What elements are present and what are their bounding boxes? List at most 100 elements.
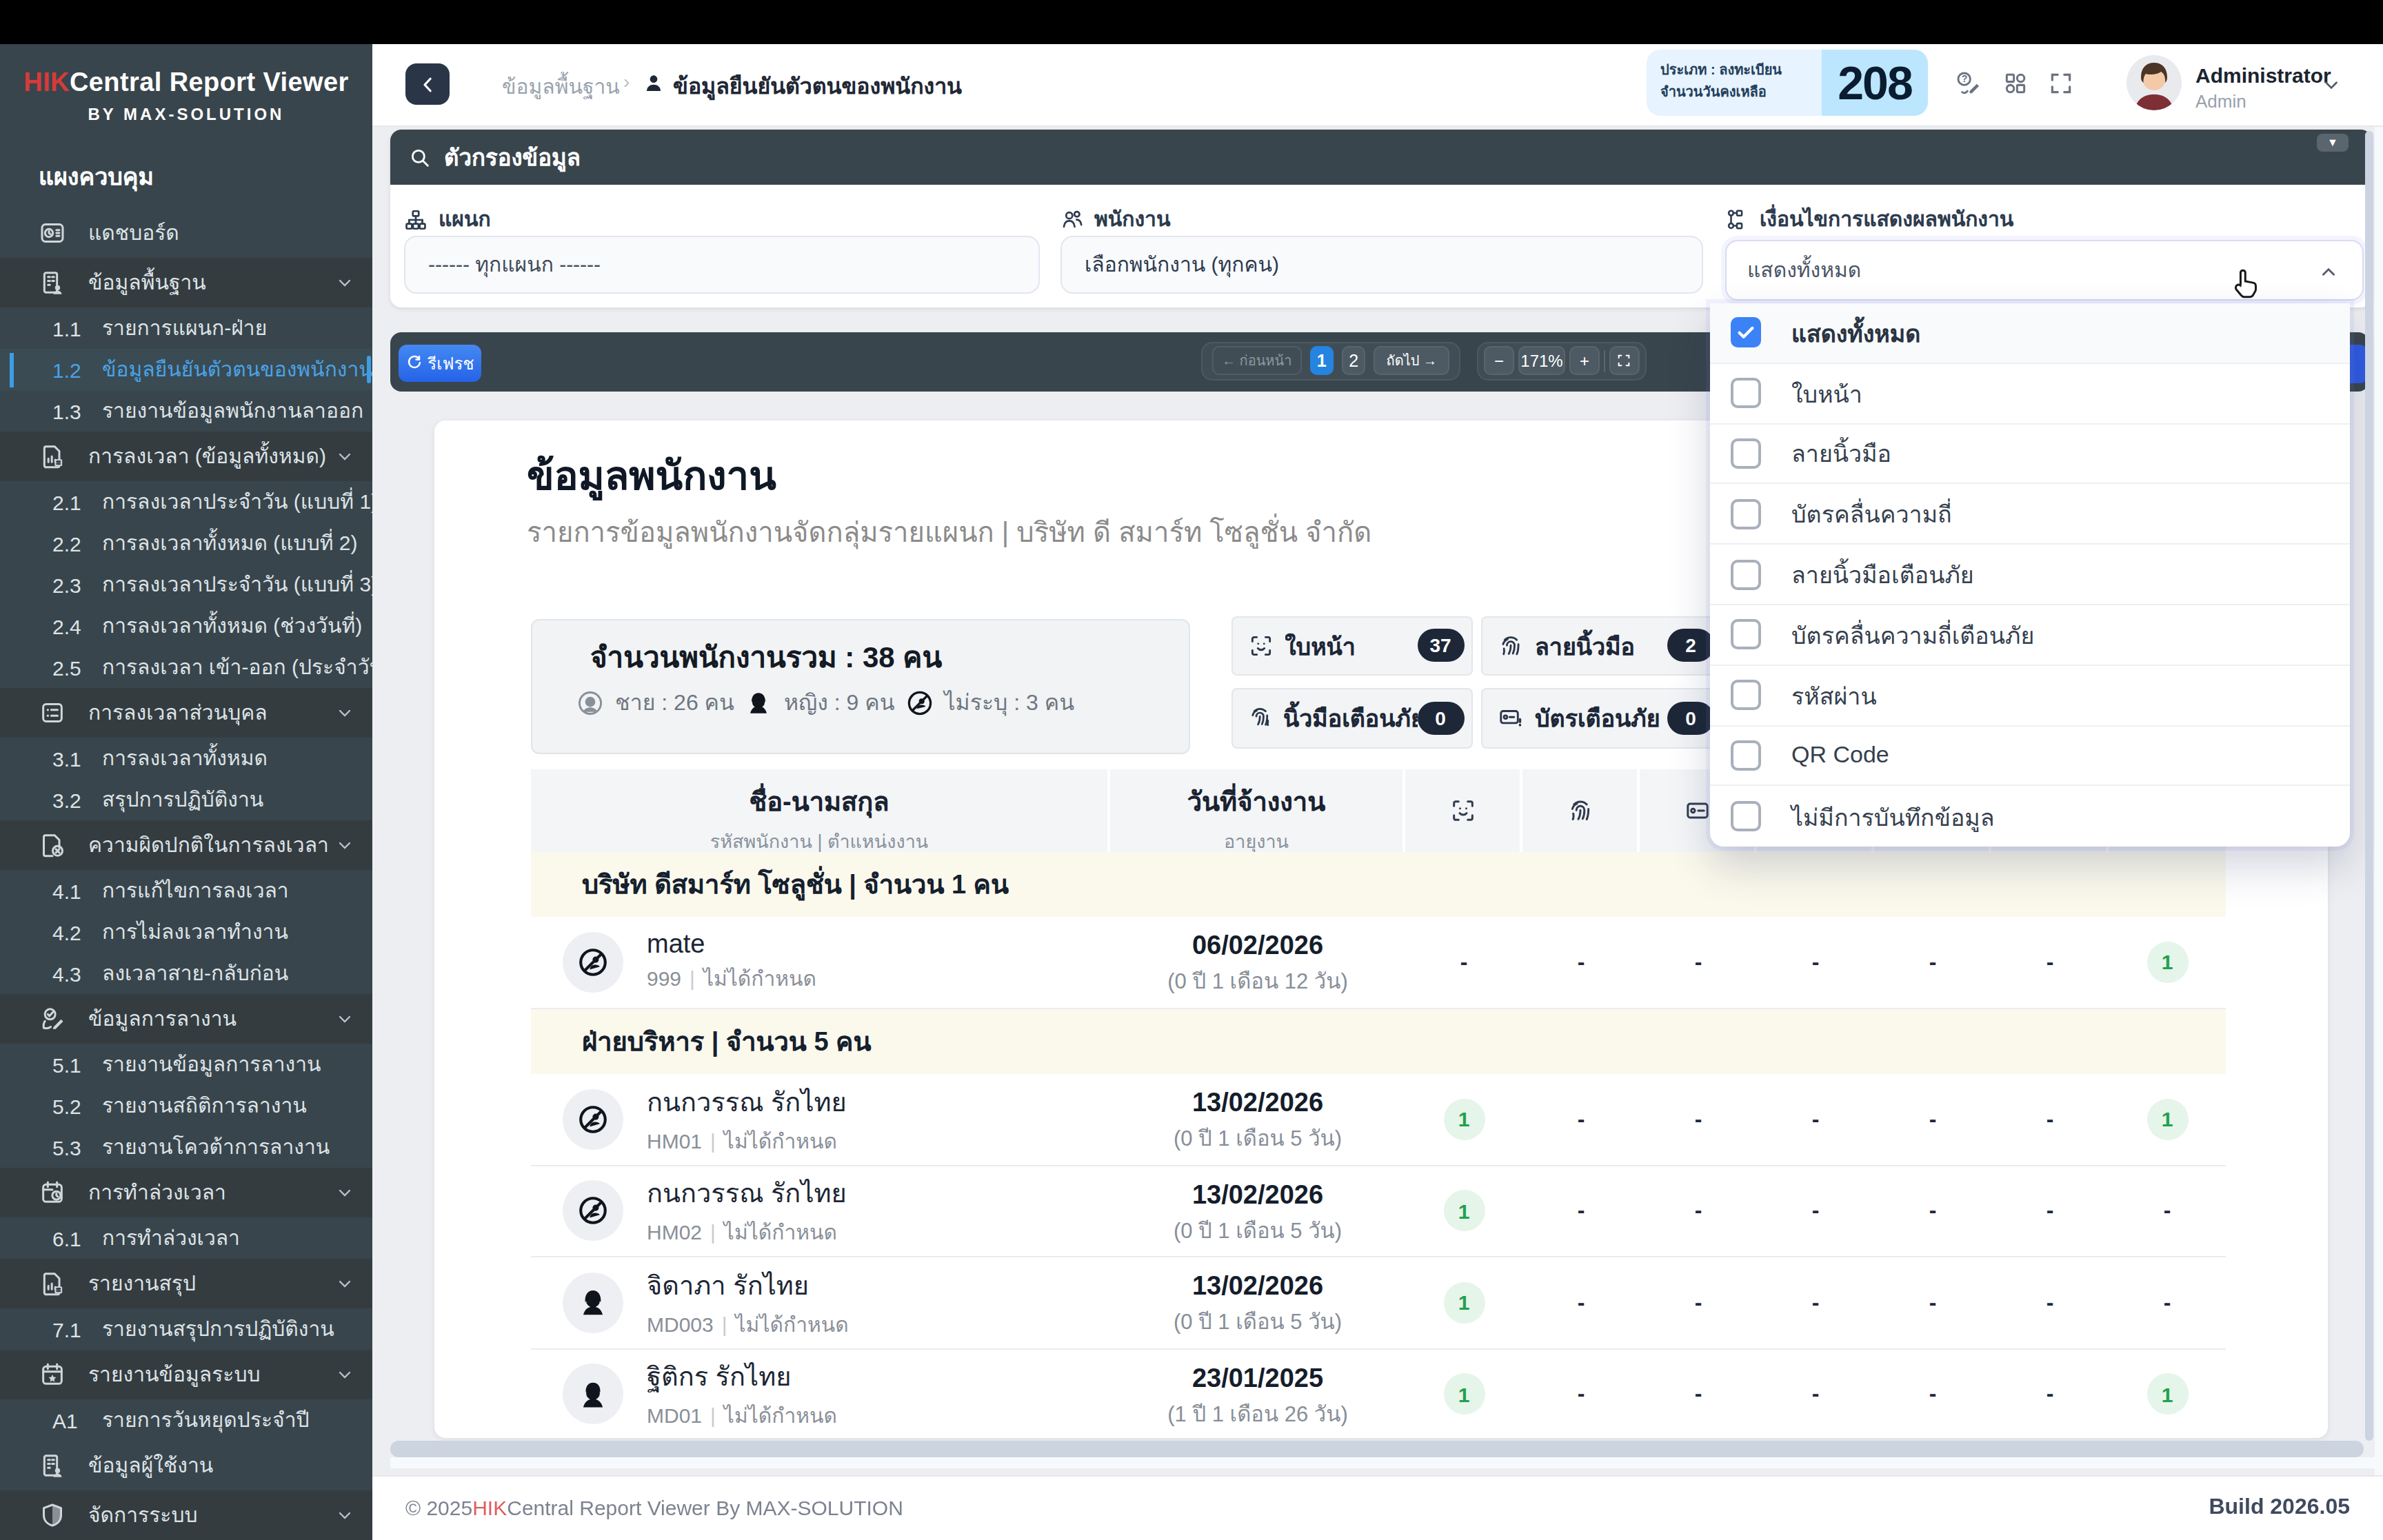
zoom-in-button[interactable]: + (1569, 346, 1600, 375)
sidebar-subitem[interactable]: 2.5การลงเวลา เข้า-ออก (ประจำวัน) (0, 647, 372, 688)
empty-value: - (1812, 1199, 1820, 1224)
horizontal-scrollbar-track[interactable] (390, 1457, 2383, 1468)
employee-position: ไม่ได้กำหนด (724, 1404, 837, 1428)
refresh-button[interactable]: รีเฟรช (399, 344, 481, 381)
chevron-down-icon (336, 448, 353, 465)
sidebar-item[interactable]: รายงานสรุป (0, 1259, 372, 1308)
report-subtitle: รายการข้อมูลพนักงานจัดกลุ่มรายแผนก | บริ… (527, 510, 1371, 554)
employee-label: พนักงาน (1060, 203, 1170, 236)
checkbox[interactable] (1731, 318, 1761, 348)
sidebar-subitem[interactable]: 4.1การแก้ไขการลงเวลา (0, 870, 372, 911)
stat-chip: ลายนิ้วมือ2 (1481, 616, 1722, 676)
employee-position: ไม่ได้กำหนด (736, 1313, 849, 1336)
sidebar-item[interactable]: ข้อมูลผู้ใช้งาน (0, 1441, 372, 1490)
group-row-title: บริษัท ดีสมาร์ท โซลูชั่น | จำนวน 1 คน (582, 864, 1009, 905)
sidebar-item-label: ความผิดปกติในการลงเวลา (88, 829, 336, 862)
empty-value: - (1929, 1107, 1937, 1132)
sidebar-item[interactable]: การทำล่วงเวลา (0, 1168, 372, 1217)
checkbox[interactable] (1731, 740, 1761, 771)
checkbox[interactable] (1731, 680, 1761, 710)
breadcrumb-current: ข้อมูลยืนยันตัวตนของพนักงาน (673, 69, 962, 103)
sidebar-subitem-label: ข้อมูลยืนยันตัวตนของพนักงาน (102, 353, 372, 386)
chevron-down-icon (336, 705, 353, 721)
sidebar-item[interactable]: จัดการระบบ (0, 1490, 372, 1540)
sidebar-item[interactable]: แดชบอร์ด (0, 208, 372, 258)
fit-screen-button[interactable] (1609, 346, 1640, 375)
sidebar-subitem[interactable]: 1.3รายงานข้อมูลพนักงานลาออก (0, 390, 372, 432)
sidebar-subitem-label: ลงเวลาสาย-กลับก่อน (102, 957, 288, 990)
sidebar-subitem[interactable]: 5.1รายงานข้อมูลการลางาน (0, 1044, 372, 1085)
checkbox[interactable] (1731, 620, 1761, 650)
filter-collapse-button[interactable]: ▼ (2317, 133, 2349, 151)
license-badge: ประเภท : ลงทะเบียน จำนวนวันคงเหลือ 208 (1647, 50, 1928, 116)
dropdown-option[interactable]: ใบหน้า (1710, 364, 2350, 425)
sidebar-subitem[interactable]: 3.1การลงเวลาทั้งหมด (0, 738, 372, 779)
employee-row: จิดาภา รักไทยMD003|ไม่ได้กำหนด13/02/2026… (531, 1257, 2226, 1349)
sidebar-subitem[interactable]: 6.1การทำล่วงเวลา (0, 1217, 372, 1259)
sidebar-subitem[interactable]: 4.3ลงเวลาสาย-กลับก่อน (0, 953, 372, 994)
sidebar-item[interactable]: รายงานข้อมูลระบบ (0, 1350, 372, 1399)
sidebar-subitem[interactable]: 2.4การลงเวลาทั้งหมด (ช่วงวันที่) (0, 605, 372, 647)
employee-row: ฐิติกร รักไทยMD01|ไม่ได้กำหนด23/01/2025(… (531, 1349, 2226, 1437)
dropdown-option[interactable]: รหัสผ่าน (1710, 666, 2350, 727)
horizontal-scrollbar-thumb[interactable] (390, 1441, 2364, 1457)
sidebar-subitem[interactable]: 5.3รายงานโควต้าการลางาน (0, 1126, 372, 1168)
checkbox[interactable] (1731, 438, 1761, 469)
checkbox[interactable] (1731, 802, 1761, 832)
dropdown-option[interactable]: บัตรคลื่นความถี่เตือนภัย (1710, 605, 2350, 666)
dropdown-option[interactable]: QR Code (1710, 726, 2350, 787)
user-name[interactable]: Administrator (2195, 63, 2331, 87)
checkbox[interactable] (1731, 559, 1761, 589)
sidebar-item[interactable]: ข้อมูลการลางาน (0, 994, 372, 1044)
checkbox[interactable] (1731, 499, 1761, 529)
chevron-down-icon[interactable] (2322, 76, 2340, 94)
sidebar-subitem-active[interactable]: 1.2ข้อมูลยืนยันตัวตนของพนักงาน (0, 349, 372, 390)
vertical-scrollbar-track[interactable] (2375, 127, 2383, 1475)
empty-value: - (1578, 1382, 1585, 1407)
sidebar-subitem[interactable]: 4.2การไม่ลงเวลาทำงาน (0, 911, 372, 953)
sidebar-item[interactable]: การลงเวลาส่วนบุคล (0, 688, 372, 738)
help-edit-icon[interactable]: ? (1955, 70, 1982, 97)
checkbox[interactable] (1731, 378, 1761, 408)
doc-x-icon (39, 831, 66, 859)
sidebar-item[interactable]: ข้อมูลพื้นฐาน (0, 258, 372, 307)
stat-chip-value: 0 (1417, 702, 1464, 735)
sidebar-subitem[interactable]: 2.1การลงเวลาประจำวัน (แบบที่ 1) (0, 481, 372, 523)
sidebar-item[interactable]: ความผิดปกติในการลงเวลา (0, 820, 372, 870)
dropdown-option[interactable]: บัตรคลื่นความถี่ (1710, 485, 2350, 545)
zoom-out-button[interactable]: − (1484, 346, 1514, 375)
summary-female: หญิง : 9 คน (784, 685, 895, 720)
sidebar-subitem[interactable]: 2.3การลงเวลาประจำวัน (แบบที่ 3) (0, 564, 372, 605)
count-badge: 1 (1443, 1374, 1485, 1415)
department-placeholder: ------ ทุกแผนก ------ (428, 248, 601, 281)
back-button[interactable] (405, 63, 450, 105)
fullscreen-icon[interactable] (2048, 70, 2074, 97)
sidebar-subitem[interactable]: 7.1รายงานสรุปการปฏิบัติงาน (0, 1308, 372, 1350)
prev-page-button[interactable]: ← ก่อนหน้า (1212, 346, 1301, 375)
sidebar-item[interactable]: การลงเวลา (ข้อมูลทั้งหมด) (0, 432, 372, 481)
sidebar-subitem[interactable]: A1รายการวันหยุดประจำปี (0, 1399, 372, 1441)
dropdown-option[interactable]: แสดงทั้งหมด (1710, 303, 2350, 364)
avatar[interactable] (2126, 55, 2182, 110)
apps-grid-icon[interactable] (2002, 70, 2029, 97)
breadcrumb-parent[interactable]: ข้อมูลพื้นฐาน (502, 70, 620, 103)
dropdown-option[interactable]: ลายนิ้วมือเตือนภัย (1710, 545, 2350, 605)
card-alert-icon (1498, 705, 1524, 731)
next-page-button[interactable]: ถัดไป → (1374, 346, 1449, 375)
sidebar-subitem[interactable]: 3.2สรุปการปฏิบัติงาน (0, 779, 372, 820)
sidebar-item-label: รายงานสรุป (88, 1267, 336, 1300)
page-2-button[interactable]: 2 (1342, 346, 1366, 375)
dropdown-option[interactable]: ไม่มีการบันทึกข้อมูล (1710, 787, 2350, 847)
vertical-scrollbar-thumb[interactable] (2364, 131, 2373, 1441)
page-1-button[interactable]: 1 (1309, 346, 1334, 375)
dropdown-option[interactable]: ลายนิ้วมือ (1710, 424, 2350, 485)
sidebar-subitem[interactable]: 1.1รายการแผนก-ฝ่าย (0, 307, 372, 349)
condition-select[interactable]: แสดงทั้งหมด (1725, 240, 2364, 301)
employee-input[interactable]: เลือกพนักงาน (ทุกคน) (1060, 236, 1703, 294)
calendar-clock-icon (39, 1179, 66, 1206)
department-input[interactable]: ------ ทุกแผนก ------ (403, 236, 1040, 294)
sidebar-subitem[interactable]: 2.2การลงเวลาทั้งหมด (แบบที่ 2) (0, 523, 372, 564)
sidebar-subitem[interactable]: 5.2รายงานสถิติการลางาน (0, 1085, 372, 1126)
table-body: บริษัท ดีสมาร์ท โซลูชั่น | จำนวน 1 คนmat… (531, 851, 2226, 1437)
zoom-level[interactable]: 171% (1518, 346, 1565, 375)
